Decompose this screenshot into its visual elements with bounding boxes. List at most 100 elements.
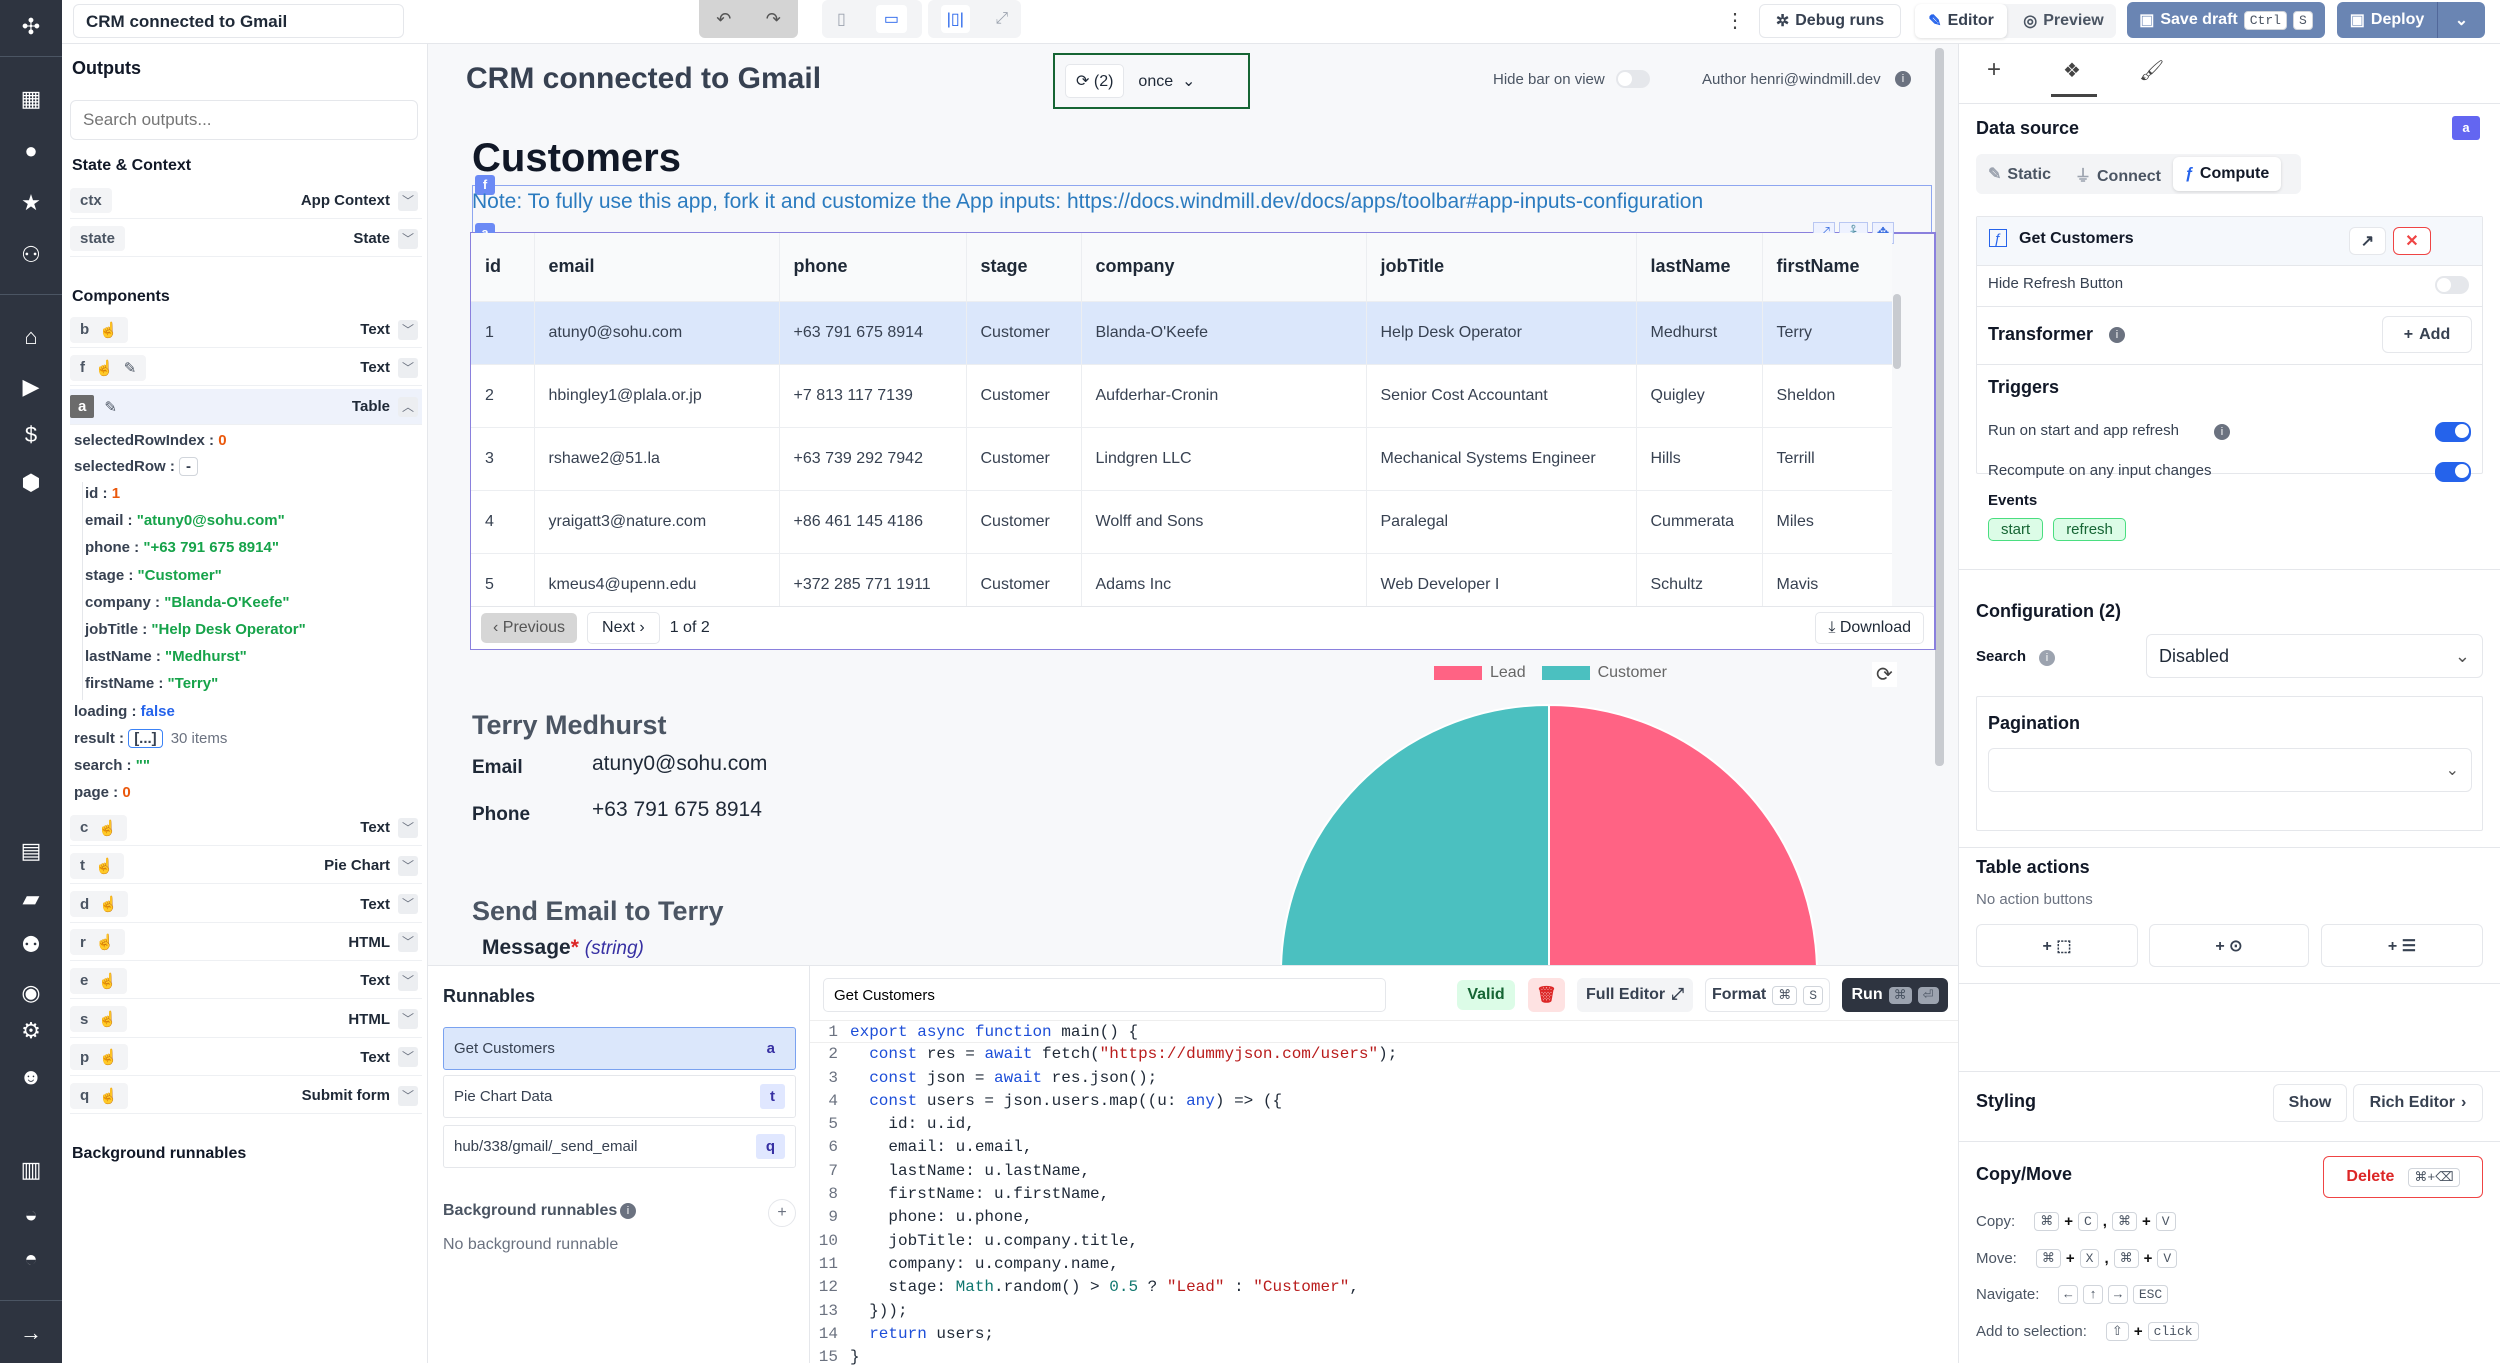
chevron-down-icon[interactable]: ﹀ <box>398 357 418 378</box>
preview-tab[interactable]: ◎ Preview <box>2011 4 2116 38</box>
component-row-s[interactable]: s ☝ HTML ﹀ <box>70 1002 422 1038</box>
search-outputs-input[interactable] <box>70 100 418 140</box>
chevron-down-icon[interactable]: ﹀ <box>398 190 418 211</box>
component-row-t[interactable]: t ☝ Pie Chart ﹀ <box>70 848 422 885</box>
arrow-right-icon[interactable]: → <box>0 1318 62 1348</box>
runnable-item[interactable]: Get Customers a <box>443 1027 796 1070</box>
theme-tab-icon[interactable]: 🖌 <box>2139 58 2164 83</box>
pagination-select[interactable]: ⌄ <box>1988 748 2472 792</box>
pointer-icon[interactable]: ☝ <box>95 359 114 377</box>
pointer-icon[interactable]: ☝ <box>98 819 117 837</box>
pointer-icon[interactable]: ☝ <box>98 972 117 990</box>
settings-tab-icon[interactable]: ❖ <box>2063 58 2081 83</box>
app-title-input[interactable]: CRM connected to Gmail <box>73 4 404 38</box>
book-icon[interactable]: ▥ <box>0 1155 62 1185</box>
eye-icon[interactable]: ◉ <box>0 978 62 1008</box>
component-row-q[interactable]: q ☝ Submit form ﹀ <box>70 1078 422 1115</box>
hide-refresh-toggle[interactable] <box>2435 276 2469 294</box>
tab-compute[interactable]: ƒ Compute <box>2173 157 2282 191</box>
chevron-down-icon[interactable]: ﹀ <box>398 228 418 249</box>
pencil-icon[interactable]: ✎ <box>104 398 117 416</box>
full-width-icon[interactable]: ⤢ <box>995 10 1008 28</box>
component-row-b[interactable]: b ☝ Text ﹀ <box>70 312 422 348</box>
full-editor-button[interactable]: Full Editor ⤢ <box>1577 978 1693 1012</box>
user-group-icon[interactable]: ⚉ <box>0 930 62 960</box>
chevron-up-icon[interactable]: ︿ <box>398 396 418 417</box>
dollar-icon[interactable]: $ <box>0 420 62 450</box>
delete-runnable-button[interactable]: 🗑 <box>1528 978 1565 1012</box>
component-row-state[interactable]: state State ﹀ <box>70 221 422 257</box>
pencil-icon[interactable]: ✎ <box>124 359 137 377</box>
pointer-icon[interactable]: ☝ <box>99 321 118 339</box>
add-toggle-action[interactable]: + ⊙ <box>2149 924 2309 967</box>
component-row-r[interactable]: r ☝ HTML ﹀ <box>70 925 422 961</box>
undo-icon[interactable]: ↶ <box>716 9 731 30</box>
chevron-down-icon[interactable]: ﹀ <box>398 970 418 991</box>
add-select-action[interactable]: + ☰ <box>2321 924 2483 967</box>
rich-editor-button[interactable]: Rich Editor › <box>2353 1084 2483 1122</box>
chevron-down-icon[interactable]: ﹀ <box>398 855 418 876</box>
pointer-icon[interactable]: ☝ <box>95 857 114 875</box>
gear-icon[interactable]: ⚙ <box>0 1016 62 1046</box>
chevron-down-icon[interactable]: ﹀ <box>398 1085 418 1106</box>
discord-icon[interactable]: ◒ <box>0 1200 62 1230</box>
pointer-icon[interactable]: ☝ <box>99 1087 118 1105</box>
open-runnable-button[interactable]: ↗ <box>2349 227 2386 255</box>
chevron-down-icon[interactable]: ﹀ <box>398 1009 418 1029</box>
chevron-down-icon[interactable]: ﹀ <box>398 894 418 915</box>
insert-tab-icon[interactable]: + <box>1987 56 2001 84</box>
recompute-toggle[interactable] <box>2435 462 2471 482</box>
search-select[interactable]: Disabled ⌄ <box>2146 634 2483 678</box>
component-row-e[interactable]: e ☝ Text ﹀ <box>70 963 422 1000</box>
pie-slice-lead[interactable] <box>1548 703 1818 965</box>
show-styling-button[interactable]: Show <box>2273 1084 2347 1122</box>
mobile-icon[interactable]: ▯ <box>837 9 846 29</box>
code-area[interactable]: 1 export async function main() {2 const r… <box>810 1020 1958 1369</box>
chevron-down-icon[interactable]: ﹀ <box>398 319 418 340</box>
building-icon[interactable]: ▦ <box>0 84 62 114</box>
expand-result-button[interactable]: [...] <box>128 729 163 748</box>
home-icon[interactable]: ⌂ <box>0 322 62 352</box>
runnable-name-input[interactable] <box>823 978 1386 1012</box>
delete-component-button[interactable]: Delete ⌘+⌫ <box>2323 1156 2483 1198</box>
windmill-logo-icon[interactable]: ✣ <box>0 12 62 42</box>
play-icon[interactable]: ▶ <box>0 372 62 402</box>
runnable-item[interactable]: hub/338/gmail/_send_email q <box>443 1125 796 1168</box>
format-button[interactable]: Format ⌘ S <box>1705 978 1830 1012</box>
robot-icon[interactable]: ☻ <box>0 1062 62 1092</box>
save-draft-button[interactable]: ▣ Save draft Ctrl S <box>2127 2 2325 38</box>
more-menu-icon[interactable]: ⋮ <box>1725 8 1745 33</box>
tab-static[interactable]: ✎ Static <box>1976 156 2063 192</box>
component-row-c[interactable]: c ☝ Text ﹀ <box>70 810 422 846</box>
debug-runs-button[interactable]: ✲ Debug runs <box>1759 4 1901 38</box>
chevron-down-icon[interactable]: ﹀ <box>398 932 418 953</box>
folder-icon[interactable]: ▰ <box>0 884 62 914</box>
add-background-runnable-button[interactable]: + <box>768 1199 796 1227</box>
component-row-p[interactable]: p ☝ Text ﹀ <box>70 1040 422 1076</box>
calendar-icon[interactable]: ▤ <box>0 836 62 866</box>
users-icon[interactable]: ⚇ <box>0 240 62 270</box>
chevron-down-icon[interactable]: ﹀ <box>398 817 418 838</box>
editor-tab[interactable]: ✎ Editor <box>1915 4 2007 38</box>
fixed-width-icon[interactable]: |▯| <box>940 5 970 33</box>
deploy-options-button[interactable]: ⌄ <box>2437 2 2485 38</box>
run-on-start-toggle[interactable] <box>2435 422 2471 442</box>
laptop-icon[interactable]: ▭ <box>875 5 907 33</box>
star-icon[interactable]: ★ <box>0 188 62 218</box>
runnable-item[interactable]: Pie Chart Data t <box>443 1075 796 1118</box>
pointer-icon[interactable]: ☝ <box>99 895 118 913</box>
tab-connect[interactable]: ⏚ Connect <box>2063 154 2173 194</box>
user-icon[interactable]: ● <box>0 136 62 166</box>
remove-runnable-button[interactable]: ✕ <box>2393 227 2431 255</box>
pointer-icon[interactable]: ☝ <box>96 933 115 951</box>
collapse-button[interactable]: - <box>179 457 199 476</box>
add-transformer-button[interactable]: + Add <box>2382 316 2472 353</box>
cubes-icon[interactable]: ⬢ <box>0 468 62 498</box>
pointer-icon[interactable]: ☝ <box>99 1048 118 1066</box>
run-button[interactable]: Run ⌘ ⏎ <box>1842 978 1948 1012</box>
deploy-button[interactable]: ▣ Deploy <box>2337 2 2437 38</box>
component-row-d[interactable]: d ☝ Text ﹀ <box>70 887 422 923</box>
pointer-icon[interactable]: ☝ <box>98 1010 117 1028</box>
chevron-down-icon[interactable]: ﹀ <box>398 1047 418 1068</box>
component-row-ctx[interactable]: ctx App Context ﹀ <box>70 183 422 219</box>
